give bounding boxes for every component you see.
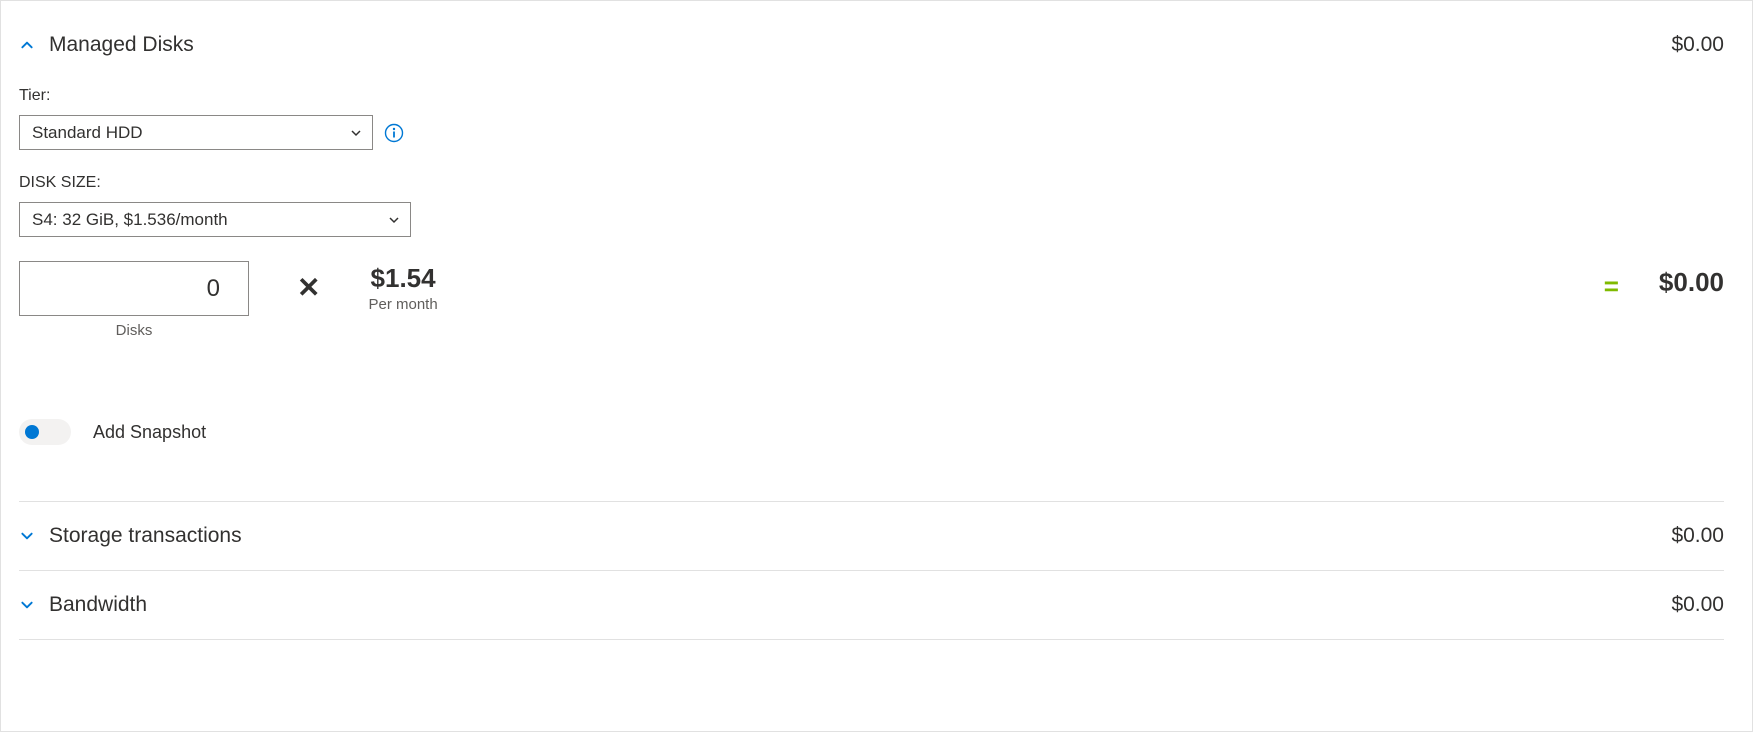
disk-size-row: S4: 32 GiB, $1.536/month	[19, 202, 1724, 237]
qty-block: Disks	[19, 261, 249, 339]
add-snapshot-toggle[interactable]	[19, 419, 71, 445]
section-title: Storage transactions	[49, 524, 242, 548]
disk-size-label: DISK SIZE:	[19, 174, 1724, 192]
section-header-managed-disks[interactable]: Managed Disks $0.00	[19, 19, 1724, 71]
chevron-down-icon	[19, 597, 35, 613]
chevron-down-icon	[19, 528, 35, 544]
section-header-left: Storage transactions	[19, 524, 242, 548]
line-total: $0.00	[1659, 267, 1724, 298]
section-price: $0.00	[1671, 593, 1724, 617]
section-title: Managed Disks	[49, 33, 194, 57]
pricing-panel: Managed Disks $0.00 Tier: Standard HDD D…	[0, 0, 1753, 732]
section-price: $0.00	[1671, 33, 1724, 57]
chevron-up-icon	[19, 37, 35, 53]
section-price: $0.00	[1671, 524, 1724, 548]
toggle-knob	[25, 425, 39, 439]
unit-price: $1.54	[371, 263, 436, 294]
info-icon[interactable]	[383, 122, 405, 144]
section-title: Bandwidth	[49, 593, 147, 617]
unit-price-caption: Per month	[368, 296, 437, 313]
tier-row: Standard HDD	[19, 115, 1724, 150]
disk-size-select[interactable]: S4: 32 GiB, $1.536/month	[19, 202, 411, 237]
section-body-managed-disks: Tier: Standard HDD DISK SIZE: S4: 32 GiB…	[19, 71, 1724, 501]
section-header-storage-transactions[interactable]: Storage transactions $0.00	[19, 502, 1724, 570]
add-snapshot-label: Add Snapshot	[93, 422, 206, 443]
snapshot-toggle-row: Add Snapshot	[19, 419, 1724, 471]
divider	[19, 639, 1724, 640]
calc-left: Disks ✕ $1.54 Per month	[19, 261, 438, 339]
unit-price-block: $1.54 Per month	[368, 263, 437, 313]
tier-label: Tier:	[19, 87, 1724, 105]
equals-icon: =	[1604, 271, 1619, 302]
section-header-left: Managed Disks	[19, 33, 194, 57]
qty-caption: Disks	[116, 322, 153, 339]
calc-row: Disks ✕ $1.54 Per month = $0.00	[19, 261, 1724, 339]
multiply-icon: ✕	[297, 271, 320, 304]
section-header-bandwidth[interactable]: Bandwidth $0.00	[19, 571, 1724, 639]
tier-select[interactable]: Standard HDD	[19, 115, 373, 150]
disks-qty-input[interactable]	[19, 261, 249, 316]
section-header-left: Bandwidth	[19, 593, 147, 617]
